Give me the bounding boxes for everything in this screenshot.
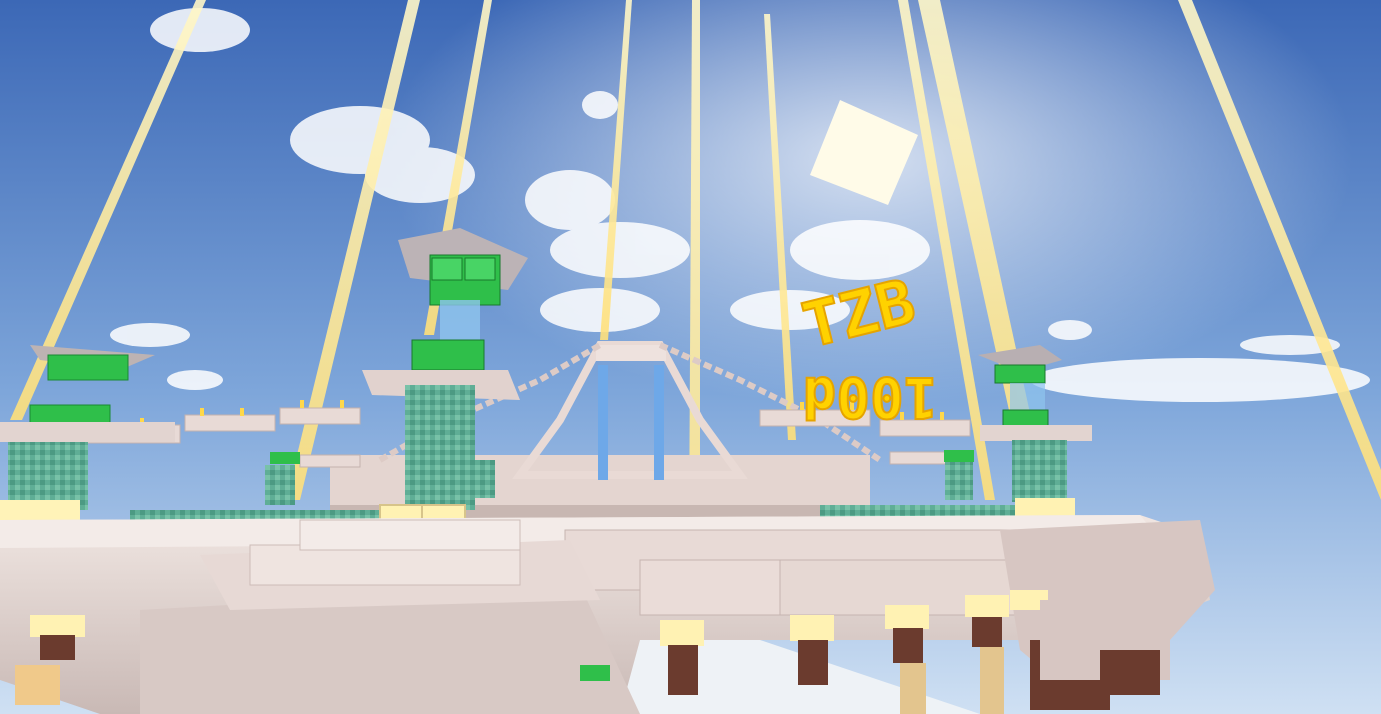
game-viewport[interactable]: TZB 100d [0, 0, 1381, 714]
sign-line-2: 100d [803, 364, 938, 429]
